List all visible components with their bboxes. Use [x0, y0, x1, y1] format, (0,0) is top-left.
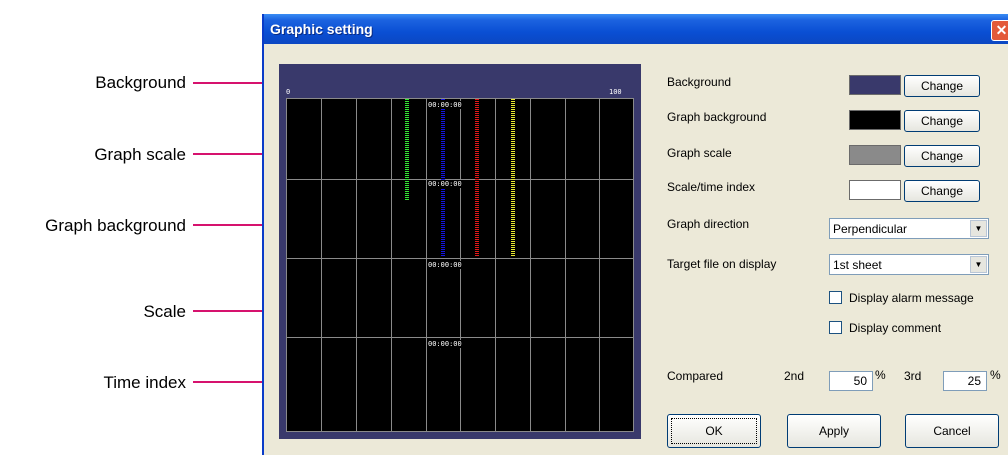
trace-red: [475, 99, 479, 257]
callout-graph-scale: Graph scale: [94, 145, 186, 164]
trace-green: [405, 99, 409, 200]
cancel-button[interactable]: Cancel: [905, 414, 999, 448]
display-alarm-message-label[interactable]: Display alarm message: [849, 291, 974, 305]
change-graph-background-button[interactable]: Change: [904, 110, 980, 132]
second-label: 2nd: [784, 369, 805, 383]
time-index: 00:00:00: [427, 101, 463, 109]
graph-scale-line: [356, 99, 357, 431]
graph-scale-line: [391, 99, 392, 431]
scale-time-index-label: Scale/time index: [667, 180, 756, 194]
graph-scale-line: [287, 337, 633, 338]
focus-rect: [671, 418, 757, 444]
callout-time-index: Time index: [103, 373, 186, 392]
graph-background-color-swatch: [849, 110, 901, 130]
apply-button[interactable]: Apply: [787, 414, 881, 448]
preview-background: 0 100 00:00:00 00:00:00 00:00:00 00:00:0…: [279, 64, 641, 439]
third-percent-sign: %: [990, 368, 1001, 382]
second-percent-input[interactable]: 50: [829, 371, 873, 391]
graphic-setting-dialog: Graphic setting ✕ 0 100 00:00:00 00:00:0…: [262, 14, 1008, 455]
third-label: 3rd: [904, 369, 922, 383]
target-file-value: 1st sheet: [833, 258, 882, 272]
trace-blue: [441, 99, 445, 257]
background-label: Background: [667, 75, 732, 89]
change-background-button[interactable]: Change: [904, 75, 980, 97]
time-index: 00:00:00: [427, 261, 463, 269]
graph-background-label: Graph background: [667, 110, 767, 124]
close-icon: ✕: [995, 22, 1008, 38]
display-comment-checkbox[interactable]: [829, 321, 842, 334]
time-index: 00:00:00: [427, 180, 463, 188]
time-index: 00:00:00: [427, 340, 463, 348]
background-color-swatch: [849, 75, 901, 95]
graph-direction-value: Perpendicular: [833, 222, 908, 236]
scale-max-label: 100: [609, 88, 622, 96]
target-file-select[interactable]: 1st sheet ▼: [829, 254, 989, 275]
scale-min-label: 0: [286, 88, 291, 96]
preview-graph-area: 00:00:00 00:00:00 00:00:00 00:00:00: [286, 98, 634, 432]
callout-scale: Scale: [143, 302, 186, 321]
graph-scale-color-swatch: [849, 145, 901, 165]
graph-scale-line: [287, 258, 633, 259]
target-file-label: Target file on display: [667, 257, 777, 271]
graph-scale-line: [565, 99, 566, 431]
graph-scale-line: [321, 99, 322, 431]
callout-background: Background: [95, 73, 186, 92]
graph-direction-label: Graph direction: [667, 217, 750, 231]
trace-yellow: [511, 99, 515, 257]
third-percent-input[interactable]: 25: [943, 371, 987, 391]
callout-graph-background: Graph background: [45, 216, 186, 235]
change-graph-scale-button[interactable]: Change: [904, 145, 980, 167]
ok-button[interactable]: OK: [667, 414, 761, 448]
close-button[interactable]: ✕: [991, 20, 1008, 41]
change-scale-time-index-button[interactable]: Change: [904, 180, 980, 202]
graph-scale-line: [530, 99, 531, 431]
graph-scale-line: [599, 99, 600, 431]
display-alarm-message-checkbox[interactable]: [829, 291, 842, 304]
display-comment-label[interactable]: Display comment: [849, 321, 941, 335]
chevron-down-icon[interactable]: ▼: [970, 220, 987, 237]
graph-scale-line: [495, 99, 496, 431]
title-bar[interactable]: Graphic setting ✕: [264, 14, 1008, 44]
chevron-down-icon[interactable]: ▼: [970, 256, 987, 273]
dialog-title: Graphic setting: [270, 21, 373, 37]
graph-scale-label: Graph scale: [667, 146, 732, 160]
second-percent-sign: %: [875, 368, 886, 382]
graph-direction-select[interactable]: Perpendicular ▼: [829, 218, 989, 239]
compared-label: Compared: [667, 369, 724, 383]
scale-time-index-color-swatch: [849, 180, 901, 200]
